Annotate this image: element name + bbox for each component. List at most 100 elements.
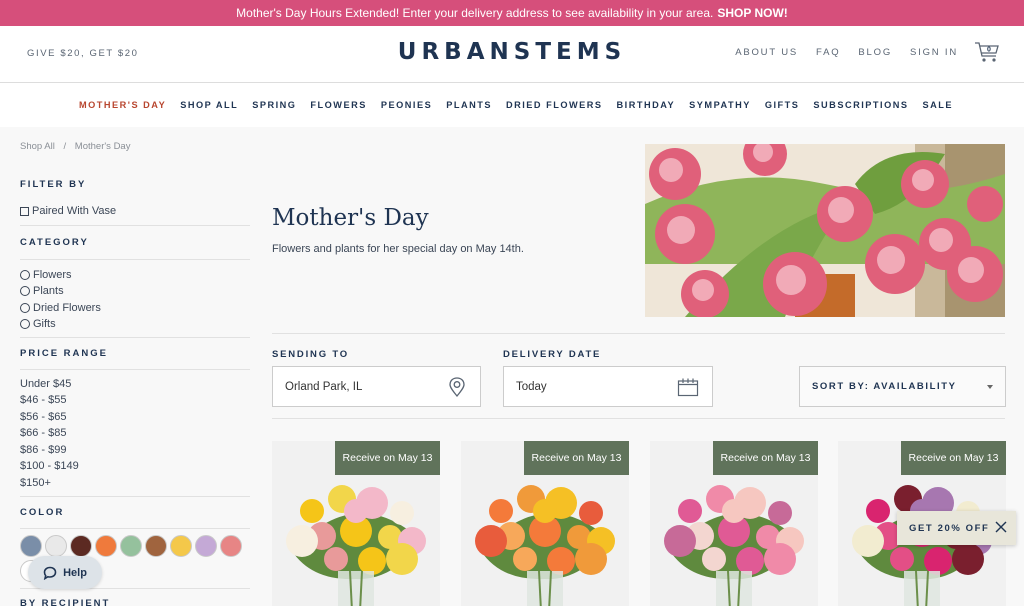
divider [20,528,250,529]
divider [272,333,1005,334]
delivery-badge: Receive on May 13 [901,441,1006,475]
cart-count: 0 [987,47,991,54]
radio-icon [20,269,30,280]
delivery-badge: Receive on May 13 [713,441,818,475]
cart-button[interactable]: 0 [974,40,1000,64]
promo-banner[interactable]: Mother's Day Hours Extended! Enter your … [0,0,1024,26]
product-card[interactable]: Receive on May 13 [272,441,440,606]
hero-image [645,144,1005,317]
help-label: Help [63,566,87,579]
category-flowers-radio[interactable]: Flowers [20,267,250,284]
discount-popup[interactable]: GET 20% OFF [897,511,1016,545]
nav-gifts[interactable]: GIFTS [765,100,800,110]
divider [20,368,250,370]
breadcrumb: Shop All / Mother's Day [20,141,136,152]
price-option[interactable]: Under $45 [20,376,250,393]
color-swatch[interactable] [70,535,92,557]
category-heading: CATEGORY [20,236,89,248]
page-content: Shop All / Mother's Day FILTER BY Paired… [0,127,1024,606]
shop-now-link[interactable]: SHOP NOW! [717,6,787,20]
delivery-date-value: Today [516,380,547,393]
sort-label: SORT BY: AVAILABILITY [812,381,957,392]
category-label: Flowers [33,268,72,281]
paired-with-vase-checkbox[interactable]: Paired With Vase [20,203,250,220]
nav-dried-flowers[interactable]: DRIED FLOWERS [506,100,603,110]
price-range-heading: PRICE RANGE [20,347,108,359]
color-swatch[interactable] [95,535,117,557]
color-swatch[interactable] [20,535,42,557]
price-option[interactable]: $100 - $149 [20,458,250,475]
page-title: Mother's Day [272,205,429,231]
by-recipient-heading: BY RECIPIENT [20,598,111,606]
nav-birthday[interactable]: BIRTHDAY [617,100,676,110]
faq-link[interactable]: FAQ [816,47,840,58]
page-subtitle: Flowers and plants for her special day o… [272,243,524,255]
about-us-link[interactable]: ABOUT US [735,47,798,58]
delivery-date-input[interactable]: Today [503,366,713,407]
main-nav: MOTHER'S DAY SHOP ALL SPRING FLOWERS PEO… [0,83,1024,127]
price-option[interactable]: $86 - $99 [20,442,250,459]
color-swatch[interactable] [45,535,67,557]
price-option[interactable]: $66 - $85 [20,425,250,442]
filter-sidebar: FILTER BY Paired With Vase CATEGORY Flow… [20,179,250,606]
divider [20,496,250,497]
sending-to-label: SENDING TO [272,349,349,360]
price-option[interactable]: $46 - $55 [20,392,250,409]
promo-text: Mother's Day Hours Extended! Enter your … [236,6,714,20]
color-swatch[interactable] [170,535,192,557]
breadcrumb-shop-all[interactable]: Shop All [20,141,55,152]
nav-mothers-day[interactable]: MOTHER'S DAY [79,100,166,110]
price-option[interactable]: $150+ [20,475,250,492]
divider [20,224,250,226]
category-plants-radio[interactable]: Plants [20,283,250,300]
color-swatch[interactable] [220,535,242,557]
filter-by-heading: FILTER BY [20,179,87,190]
sending-to-input[interactable]: Orland Park, IL [272,366,481,407]
product-card[interactable]: Receive on May 13 [461,441,629,606]
nav-shop-all[interactable]: SHOP ALL [180,100,238,110]
sign-in-link[interactable]: SIGN IN [910,47,958,58]
divider [20,336,250,338]
delivery-badge: Receive on May 13 [524,441,629,475]
utility-links: ABOUT US FAQ BLOG SIGN IN [735,47,958,58]
nav-spring[interactable]: SPRING [252,100,296,110]
nav-sympathy[interactable]: SYMPATHY [689,100,751,110]
nav-flowers[interactable]: FLOWERS [310,100,366,110]
divider [272,418,1005,419]
paired-with-vase-label: Paired With Vase [32,205,117,217]
location-pin-icon [449,377,465,397]
top-header: GIVE $20, GET $20 URBANSTEMS ABOUT US FA… [0,26,1024,83]
calendar-icon [677,378,699,397]
checkbox-icon [20,206,29,216]
price-option[interactable]: $56 - $65 [20,409,250,426]
color-swatch[interactable] [195,535,217,557]
breadcrumb-separator: / [63,141,67,152]
category-label: Gifts [33,318,56,330]
color-heading: COLOR [20,507,65,518]
delivery-badge: Receive on May 13 [335,441,440,475]
color-swatch[interactable] [145,535,167,557]
nav-subscriptions[interactable]: SUBSCRIPTIONS [813,100,908,110]
category-label: Dried Flowers [33,301,101,314]
category-label: Plants [33,285,64,297]
delivery-date-label: DELIVERY DATE [503,349,602,360]
color-swatch[interactable] [120,535,142,557]
nav-peonies[interactable]: PEONIES [381,100,432,110]
help-button[interactable]: Help [28,556,102,589]
sort-dropdown[interactable]: SORT BY: AVAILABILITY [799,366,1006,407]
category-gifts-radio[interactable]: Gifts [20,316,250,333]
blog-link[interactable]: BLOG [858,47,892,58]
nav-sale[interactable]: SALE [922,100,953,110]
divider [20,258,250,260]
radio-icon [20,302,30,313]
close-icon[interactable] [995,521,1007,533]
breadcrumb-current: Mother's Day [74,141,131,152]
radio-icon [20,286,30,297]
cart-icon: 0 [975,42,999,62]
discount-label: GET 20% OFF [909,522,990,534]
product-card[interactable]: Receive on May 13 [650,441,818,606]
radio-icon [20,319,30,330]
chat-bubble-icon [43,566,57,580]
nav-plants[interactable]: PLANTS [446,100,492,110]
category-dried-flowers-radio[interactable]: Dried Flowers [20,300,250,317]
